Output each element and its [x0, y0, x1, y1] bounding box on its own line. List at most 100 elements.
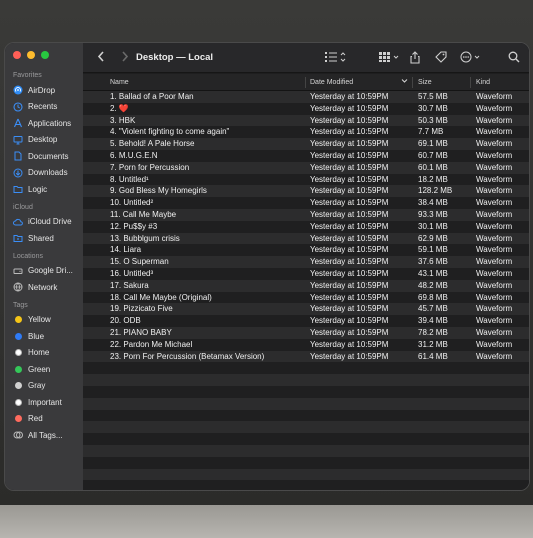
file-kind: Waveform	[476, 327, 513, 337]
sidebar-item-gray[interactable]: Gray	[5, 378, 83, 395]
empty-row	[83, 397, 529, 410]
file-kind: Waveform	[476, 139, 513, 149]
file-row[interactable]: 8. Untitled¹ Yesterday at 10:59PM 18.2 MB W…	[83, 173, 529, 186]
column-date-modified[interactable]: Date Modified	[310, 79, 353, 86]
sidebar-item-yellow[interactable]: Yellow	[5, 312, 83, 329]
file-name: 23. Porn For Percussion (Betamax Version…	[110, 351, 265, 361]
file-row[interactable]: 22. Pardon Me Michael Yesterday at 10:59P…	[83, 338, 529, 351]
empty-row	[83, 468, 529, 481]
file-date-modified: Yesterday at 10:59PM	[310, 115, 389, 125]
file-date-modified: Yesterday at 10:59PM	[310, 127, 389, 137]
column-divider	[470, 77, 471, 88]
sidebar-item-home[interactable]: Home	[5, 345, 83, 362]
sidebar-item-documents[interactable]: Documents	[5, 148, 83, 165]
view-options-button[interactable]	[325, 51, 347, 63]
sidebar-item-desktop[interactable]: Desktop	[5, 132, 83, 149]
file-row[interactable]: 4. "Violent fighting to come again" Yeste…	[83, 126, 529, 139]
sidebar-item-label: Network	[28, 282, 58, 292]
file-name: 10. Untitled²	[110, 198, 154, 208]
column-divider	[305, 77, 306, 88]
file-kind: Waveform	[476, 127, 513, 137]
column-size[interactable]: Size	[418, 79, 432, 86]
file-name: 22. Pardon Me Michael	[110, 339, 193, 349]
sidebar-item-icloud-drive[interactable]: iCloud Drive	[5, 214, 83, 231]
sidebar-item-recents[interactable]: Recents	[5, 99, 83, 116]
sidebar-item-shared[interactable]: Shared	[5, 230, 83, 247]
empty-row	[83, 444, 529, 457]
close-button[interactable]	[13, 51, 21, 59]
file-name: 16. Untitled³	[110, 268, 154, 278]
sidebar-item-label: iCloud Drive	[28, 217, 72, 227]
file-name: 4. "Violent fighting to come again"	[110, 127, 230, 137]
sidebar-item-important[interactable]: Important	[5, 394, 83, 411]
file-size: 78.2 MB	[418, 327, 448, 337]
file-row[interactable]: 10. Untitled² Yesterday at 10:59PM 38.4 MB…	[83, 197, 529, 209]
sidebar-item-downloads[interactable]: Downloads	[5, 165, 83, 182]
file-row[interactable]: 17. Sakura Yesterday at 10:59PM 48.2 MB Wav…	[83, 279, 529, 292]
file-row[interactable]: 1. Ballad of a Poor Man Yesterday at 10:5…	[83, 91, 529, 103]
file-row[interactable]: 3. HBK Yesterday at 10:59PM 50.3 MB Wavefor…	[83, 114, 529, 127]
file-row[interactable]: 18. Call Me Maybe (Original) Yesterday at…	[83, 291, 529, 304]
empty-row	[83, 409, 529, 422]
file-row[interactable]: 12. Pu$$y #3 Yesterday at 10:59PM 30.1 MB W…	[83, 220, 529, 233]
file-size: 61.4 MB	[418, 351, 448, 361]
empty-row	[83, 433, 529, 445]
file-name: 1. Ballad of a Poor Man	[110, 92, 194, 101]
search-button[interactable]	[508, 51, 520, 63]
sidebar-section-title: iCloud	[13, 203, 33, 211]
sidebar-item-red[interactable]: Red	[5, 411, 83, 428]
file-size: 30.7 MB	[418, 103, 448, 113]
file-row[interactable]: 2. ❤️ Yesterday at 10:59PM 30.7 MB Waveform	[83, 102, 529, 115]
file-list: 1. Ballad of a Poor Man Yesterday at 10:5…	[83, 91, 529, 490]
download-icon	[13, 168, 23, 178]
tag-button[interactable]	[435, 51, 447, 63]
minimize-button[interactable]	[27, 51, 35, 59]
file-list-pane: Desktop — Local Name Date Modified Size …	[83, 43, 529, 490]
file-row[interactable]: 11. Call Me Maybe Yesterday at 10:59PM 93.…	[83, 208, 529, 221]
empty-row	[83, 362, 529, 375]
all-tags-icon	[13, 430, 23, 440]
group-button[interactable]	[379, 51, 401, 63]
file-row[interactable]: 14. Liara Yesterday at 10:59PM 59.1 MB Wave…	[83, 244, 529, 257]
sidebar-item-all-tags[interactable]: All Tags...	[5, 427, 83, 444]
folder-icon	[13, 184, 23, 194]
file-row[interactable]: 7. Porn for Percussion Yesterday at 10:59…	[83, 161, 529, 174]
file-row[interactable]: 20. ODB Yesterday at 10:59PM 39.4 MB Wavefo…	[83, 315, 529, 327]
file-kind: Waveform	[476, 186, 513, 196]
file-date-modified: Yesterday at 10:59PM	[310, 292, 389, 302]
search-icon	[508, 51, 520, 63]
sidebar-item-applications[interactable]: Applications	[5, 115, 83, 132]
column-name[interactable]: Name	[110, 79, 129, 86]
action-menu-button[interactable]	[460, 51, 482, 63]
sidebar-item-logic[interactable]: Logic	[5, 181, 83, 198]
sidebar-item-green[interactable]: Green	[5, 361, 83, 378]
sidebar-item-blue[interactable]: Blue	[5, 328, 83, 345]
file-kind: Waveform	[476, 280, 513, 290]
file-row[interactable]: 16. Untitled³ Yesterday at 10:59PM 43.1 MB…	[83, 267, 529, 280]
file-size: 57.5 MB	[418, 92, 448, 101]
share-button[interactable]	[410, 51, 420, 64]
file-date-modified: Yesterday at 10:59PM	[310, 257, 389, 267]
file-row[interactable]: 13. Bubblgum crisis Yesterday at 10:59PM 6…	[83, 232, 529, 245]
file-row[interactable]: 15. O Superman Yesterday at 10:59PM 37.6 M…	[83, 256, 529, 268]
file-row[interactable]: 9. God Bless My Homegirls Yesterday at 10…	[83, 185, 529, 198]
file-kind: Waveform	[476, 292, 513, 302]
file-row[interactable]: 19. Pizzicato Five Yesterday at 10:59PM 45…	[83, 303, 529, 316]
sidebar-item-label: Important	[28, 397, 62, 407]
column-kind[interactable]: Kind	[476, 79, 490, 86]
file-size: 31.2 MB	[418, 339, 448, 349]
file-row[interactable]: 6. M.U.G.E.N Yesterday at 10:59PM 60.7 MB W…	[83, 149, 529, 162]
sidebar-item-google-dri[interactable]: Google Dri...	[5, 263, 83, 280]
file-date-modified: Yesterday at 10:59PM	[310, 139, 389, 149]
zoom-button[interactable]	[41, 51, 49, 59]
forward-button[interactable]	[121, 51, 129, 62]
file-row[interactable]: 5. Behold! A Pale Horse Yesterday at 10:5…	[83, 138, 529, 150]
file-row[interactable]: 23. Porn For Percussion (Betamax Version…	[83, 350, 529, 363]
desk-surface	[0, 505, 533, 538]
sidebar-item-airdrop[interactable]: AirDrop	[5, 82, 83, 99]
file-row[interactable]: 21. PIANO BABY Yesterday at 10:59PM 78.2 M…	[83, 326, 529, 339]
applications-icon	[13, 118, 23, 128]
back-button[interactable]	[97, 51, 105, 62]
airdrop-icon	[13, 85, 23, 95]
sidebar-item-network[interactable]: Network	[5, 279, 83, 296]
